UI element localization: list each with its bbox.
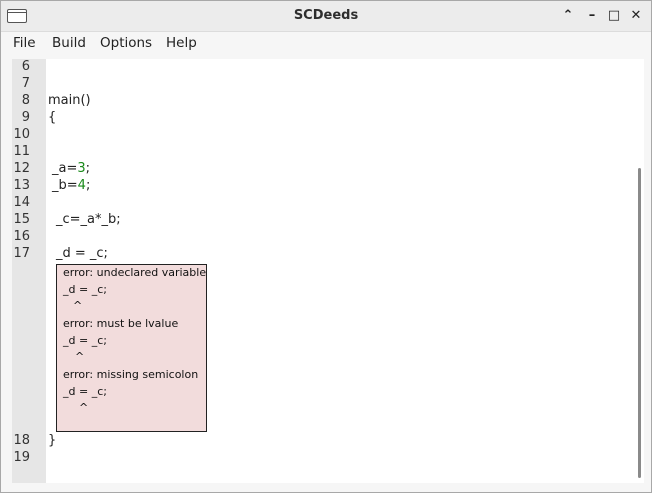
- error-caret: ^: [73, 299, 83, 312]
- minimize-button[interactable]: ⌃: [559, 7, 577, 25]
- code-token: _a=: [52, 161, 78, 176]
- line-number: 8: [21, 93, 30, 108]
- scrollbar-thumb[interactable]: [638, 168, 641, 478]
- line-number: 18: [13, 433, 30, 448]
- line-number: 13: [13, 178, 30, 193]
- line-number: 15: [13, 212, 30, 227]
- line-number: 6: [21, 59, 30, 74]
- line-number: 7: [21, 76, 30, 91]
- code-number: 4: [77, 178, 86, 193]
- title-bar[interactable]: SCDeeds ⌃ – □ ✕: [1, 1, 651, 32]
- code-line[interactable]: }: [48, 433, 56, 448]
- maximize-button[interactable]: □: [605, 7, 623, 25]
- menu-bar: File Build Options Help: [1, 32, 651, 56]
- line-number: 10: [13, 127, 30, 142]
- code-line[interactable]: _d = _c;: [56, 246, 108, 261]
- window-title: SCDeeds: [293, 8, 359, 23]
- line-number: 12: [13, 161, 30, 176]
- error-code: _d = _c;: [63, 385, 107, 398]
- line-number: 17: [13, 246, 30, 261]
- error-code: _d = _c;: [63, 283, 107, 296]
- code-line[interactable]: {: [48, 110, 56, 125]
- line-number: 16: [13, 229, 30, 244]
- code-line[interactable]: main(): [48, 93, 91, 108]
- restore-button[interactable]: –: [583, 7, 601, 25]
- menu-options[interactable]: Options: [100, 35, 152, 51]
- code-line[interactable]: _b=4;: [52, 178, 90, 193]
- error-caret: ^: [75, 350, 85, 363]
- line-number: 19: [13, 450, 30, 465]
- line-number: 11: [13, 144, 30, 159]
- code-token: ;: [85, 161, 91, 176]
- line-number: 14: [13, 195, 30, 210]
- code-line[interactable]: _a=3;: [52, 161, 90, 176]
- error-message: error: undeclared variable: [63, 266, 207, 279]
- error-message: error: missing semicolon: [63, 368, 199, 381]
- menu-help[interactable]: Help: [166, 35, 197, 51]
- error-caret: ^: [79, 401, 89, 414]
- error-message: error: must be lvalue: [63, 317, 179, 330]
- code-line[interactable]: _c=_a*_b;: [56, 212, 121, 227]
- line-number-gutter: 6 7 8 9 10 11 12 13 14 15 16 17 18 19: [12, 59, 46, 483]
- code-token: _b=: [52, 178, 78, 193]
- line-number: 9: [21, 110, 30, 125]
- code-token: ;: [85, 178, 91, 193]
- close-button[interactable]: ✕: [627, 7, 645, 25]
- menu-build[interactable]: Build: [52, 35, 86, 51]
- menu-file[interactable]: File: [13, 35, 36, 51]
- error-tooltip: error: undeclared variable _d = _c; ^ er…: [56, 264, 207, 432]
- code-number: 3: [77, 161, 86, 176]
- error-code: _d = _c;: [63, 334, 107, 347]
